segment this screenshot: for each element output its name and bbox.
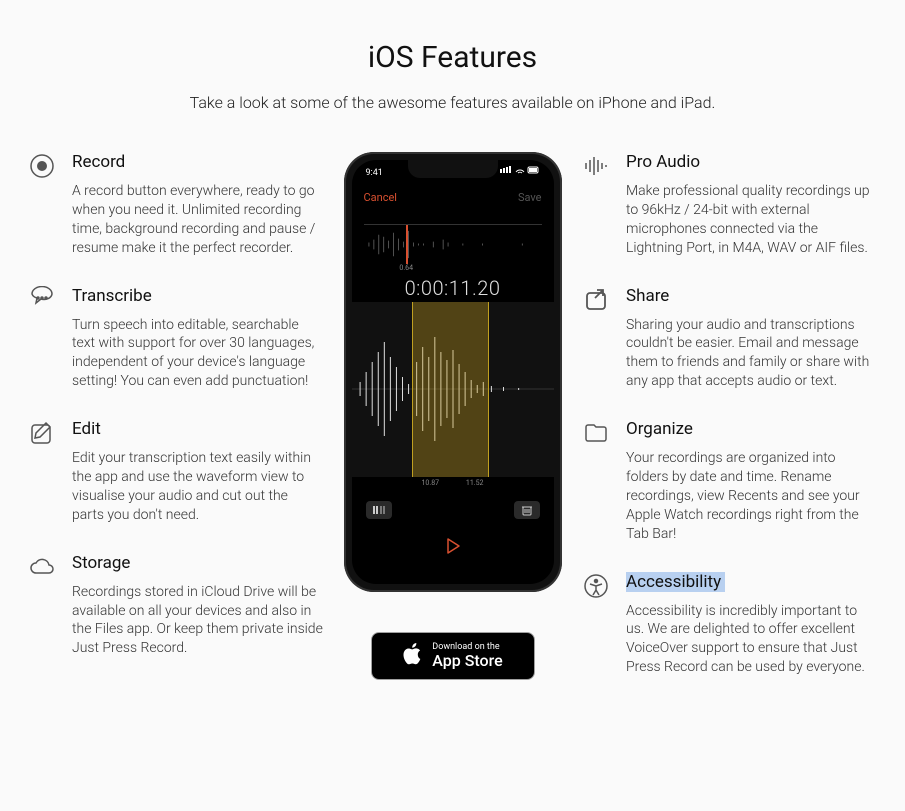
status-icons xyxy=(500,166,540,179)
feature-title: Pro Audio xyxy=(626,152,877,172)
feature-pro-audio: Pro Audio Make professional quality reco… xyxy=(582,152,877,258)
feature-title: Organize xyxy=(626,419,877,439)
phone-notch xyxy=(408,160,498,178)
status-time: 9:41 xyxy=(366,168,383,178)
features-left-column: Record A record button everywhere, ready… xyxy=(28,152,323,705)
main-waveform[interactable] xyxy=(352,302,554,477)
waveform-icon xyxy=(582,152,610,180)
feature-title: Storage xyxy=(72,553,323,573)
folder-icon xyxy=(582,419,610,447)
feature-title: Edit xyxy=(72,419,323,439)
share-icon xyxy=(582,286,610,314)
phone-mockup: 9:41 Cancel Save 0.64 xyxy=(344,152,562,592)
feature-title: Transcribe xyxy=(72,286,323,306)
feature-desc: Accessibility is incredibly important to… xyxy=(626,602,877,678)
save-button[interactable]: Save xyxy=(518,191,542,204)
record-icon xyxy=(28,152,56,180)
speech-bubble-icon xyxy=(28,286,56,314)
feature-title: Record xyxy=(72,152,323,172)
feature-desc: Make professional quality recordings up … xyxy=(626,182,877,258)
page-title: iOS Features xyxy=(28,40,877,75)
feature-title: Accessibility xyxy=(626,572,877,592)
feature-transcribe: Transcribe Turn speech into editable, se… xyxy=(28,286,323,392)
feature-title: Share xyxy=(626,286,877,306)
feature-desc: Edit your transcription text easily with… xyxy=(72,449,323,525)
badge-large-text: App Store xyxy=(432,652,502,670)
feature-record: Record A record button everywhere, ready… xyxy=(28,152,323,258)
cancel-button[interactable]: Cancel xyxy=(364,191,397,204)
play-button[interactable] xyxy=(444,540,462,559)
feature-desc: Your recordings are organized into folde… xyxy=(626,449,877,543)
apple-logo-icon xyxy=(402,641,424,671)
feature-share: Share Sharing your audio and transcripti… xyxy=(582,286,877,392)
marker-time: 0.64 xyxy=(399,264,413,272)
crop-button[interactable] xyxy=(366,501,392,519)
playhead-marker[interactable] xyxy=(406,225,408,264)
delete-button[interactable] xyxy=(514,501,540,519)
timer-display: 0:00:11.20 xyxy=(352,276,554,300)
page-subtitle: Take a look at some of the awesome featu… xyxy=(28,93,877,112)
app-store-badge[interactable]: Download on the App Store xyxy=(371,632,535,680)
feature-edit: Edit Edit your transcription text easily… xyxy=(28,419,323,525)
selection-start-time: 10.87 xyxy=(422,479,440,487)
selection-end-time: 11.52 xyxy=(466,479,484,487)
overview-waveform[interactable]: 0.64 xyxy=(364,224,542,264)
selection-range[interactable] xyxy=(412,302,489,477)
feature-desc: Turn speech into editable, searchable te… xyxy=(72,316,323,392)
feature-desc: Sharing your audio and transcriptions co… xyxy=(626,316,877,392)
feature-accessibility: Accessibility Accessibility is incredibl… xyxy=(582,572,877,678)
feature-storage: Storage Recordings stored in iCloud Driv… xyxy=(28,553,323,659)
accessibility-icon xyxy=(582,572,610,600)
feature-organize: Organize Your recordings are organized i… xyxy=(582,419,877,543)
feature-desc: A record button everywhere, ready to go … xyxy=(72,182,323,258)
features-right-column: Pro Audio Make professional quality reco… xyxy=(582,152,877,705)
cloud-icon xyxy=(28,553,56,581)
edit-icon xyxy=(28,419,56,447)
feature-desc: Recordings stored in iCloud Drive will b… xyxy=(72,583,323,659)
